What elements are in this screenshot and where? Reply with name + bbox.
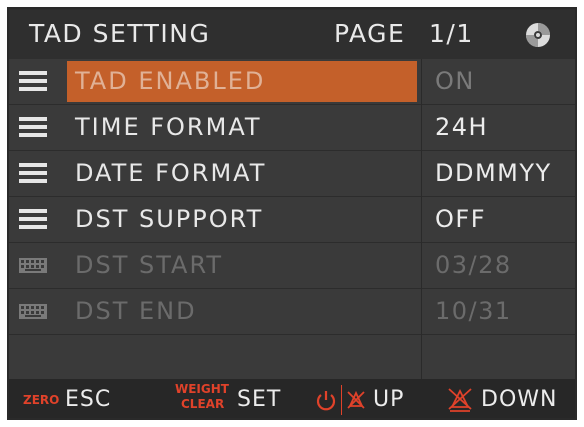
keyboard-icon — [19, 304, 47, 319]
empty-row — [9, 335, 575, 383]
menu-lines-icon — [19, 209, 47, 229]
setting-label: DST END — [75, 297, 197, 325]
column-divider — [421, 335, 422, 381]
down-label: DOWN — [481, 387, 558, 412]
setting-row-time-format[interactable]: TIME FORMAT 24H — [9, 105, 575, 151]
column-divider — [421, 59, 422, 105]
column-divider — [421, 289, 422, 335]
setting-label: DST START — [75, 251, 224, 279]
zero-key-label: ZERO — [23, 393, 60, 407]
menu-lines-icon — [19, 163, 47, 183]
up-label: UP — [373, 387, 405, 412]
column-divider — [421, 243, 422, 289]
page-number: 1/1 — [429, 19, 474, 48]
setting-row-dst-support[interactable]: DST SUPPORT OFF — [9, 197, 575, 243]
alarm-bell-off-icon — [448, 388, 472, 412]
weight-key-label: WEIGHT — [175, 382, 229, 396]
tad-setting-screen: TAD SETTING PAGE 1/1 TAD ENABLED ON TIME… — [7, 7, 577, 420]
setting-value: ON — [435, 67, 475, 95]
setting-row-date-format[interactable]: DATE FORMAT DDMMYY — [9, 151, 575, 197]
setting-value: 10/31 — [435, 297, 512, 325]
esc-label: ESC — [65, 387, 112, 412]
alarm-off-icon — [347, 390, 365, 409]
column-divider — [421, 151, 422, 197]
column-divider — [421, 197, 422, 243]
setting-label: TAD ENABLED — [75, 67, 266, 95]
keyboard-icon — [19, 258, 47, 273]
setting-label: TIME FORMAT — [75, 113, 262, 141]
setting-value: 24H — [435, 113, 489, 141]
key-divider — [341, 385, 342, 415]
setting-label: DST SUPPORT — [75, 205, 264, 233]
column-divider — [421, 105, 422, 151]
header-bar: TAD SETTING PAGE 1/1 — [9, 9, 575, 59]
power-icon — [316, 391, 336, 411]
disc-icon — [526, 23, 550, 47]
setting-value: DDMMYY — [435, 159, 552, 187]
softkey-bar: ZERO ESC WEIGHT CLEAR SET UP DOWN — [9, 379, 575, 418]
setting-label: DATE FORMAT — [75, 159, 267, 187]
setting-row-dst-end: DST END 10/31 — [9, 289, 575, 335]
setting-value: OFF — [435, 205, 486, 233]
menu-lines-icon — [19, 117, 47, 137]
setting-row-dst-start: DST START 03/28 — [9, 243, 575, 289]
menu-lines-icon — [19, 71, 47, 91]
clear-key-label: CLEAR — [181, 397, 225, 411]
setting-row-tad-enabled[interactable]: TAD ENABLED ON — [9, 59, 575, 105]
settings-list: TAD ENABLED ON TIME FORMAT 24H DATE FORM… — [9, 59, 575, 383]
page-label: PAGE — [334, 19, 406, 48]
set-label: SET — [237, 387, 282, 412]
setting-value: 03/28 — [435, 251, 512, 279]
page-title: TAD SETTING — [29, 19, 211, 48]
